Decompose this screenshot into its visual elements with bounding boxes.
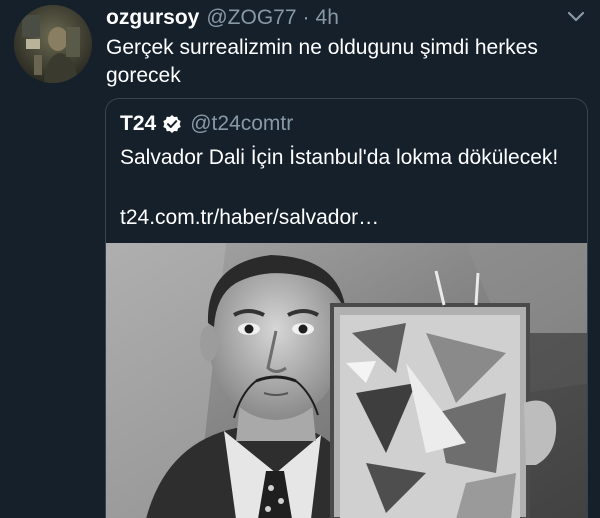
quoted-tweet-card[interactable]: T24 @t24comtr Salvador Dali İçin İstanbu… — [105, 98, 588, 518]
user-handle[interactable]: @ZOG77 — [206, 4, 296, 32]
quoted-tweet-image[interactable] — [106, 243, 587, 518]
timestamp[interactable]: 4h — [316, 4, 339, 32]
user-avatar[interactable] — [14, 5, 92, 83]
display-name[interactable]: ozgursoy — [106, 4, 199, 32]
separator-dot: · — [302, 6, 310, 29]
quoted-user-handle[interactable]: @t24comtr — [190, 112, 293, 136]
tweet[interactable]: ozgursoy @ZOG77 · 4h Gerçek surrealizmin… — [0, 0, 600, 518]
tweet-header: ozgursoy @ZOG77 · 4h — [106, 4, 586, 32]
chevron-down-icon[interactable] — [566, 10, 586, 24]
quoted-display-name[interactable]: T24 — [120, 112, 156, 136]
tweet-text: Gerçek surrealizmin ne oldugunu şimdi he… — [106, 36, 538, 87]
verified-badge-icon — [162, 114, 182, 134]
quoted-tweet-link[interactable]: t24.com.tr/haber/salvador… — [120, 203, 379, 233]
quoted-tweet-header: T24 @t24comtr — [120, 109, 293, 139]
quoted-tweet-text: Salvador Dali İçin İstanbul'da lokma dök… — [120, 146, 559, 169]
